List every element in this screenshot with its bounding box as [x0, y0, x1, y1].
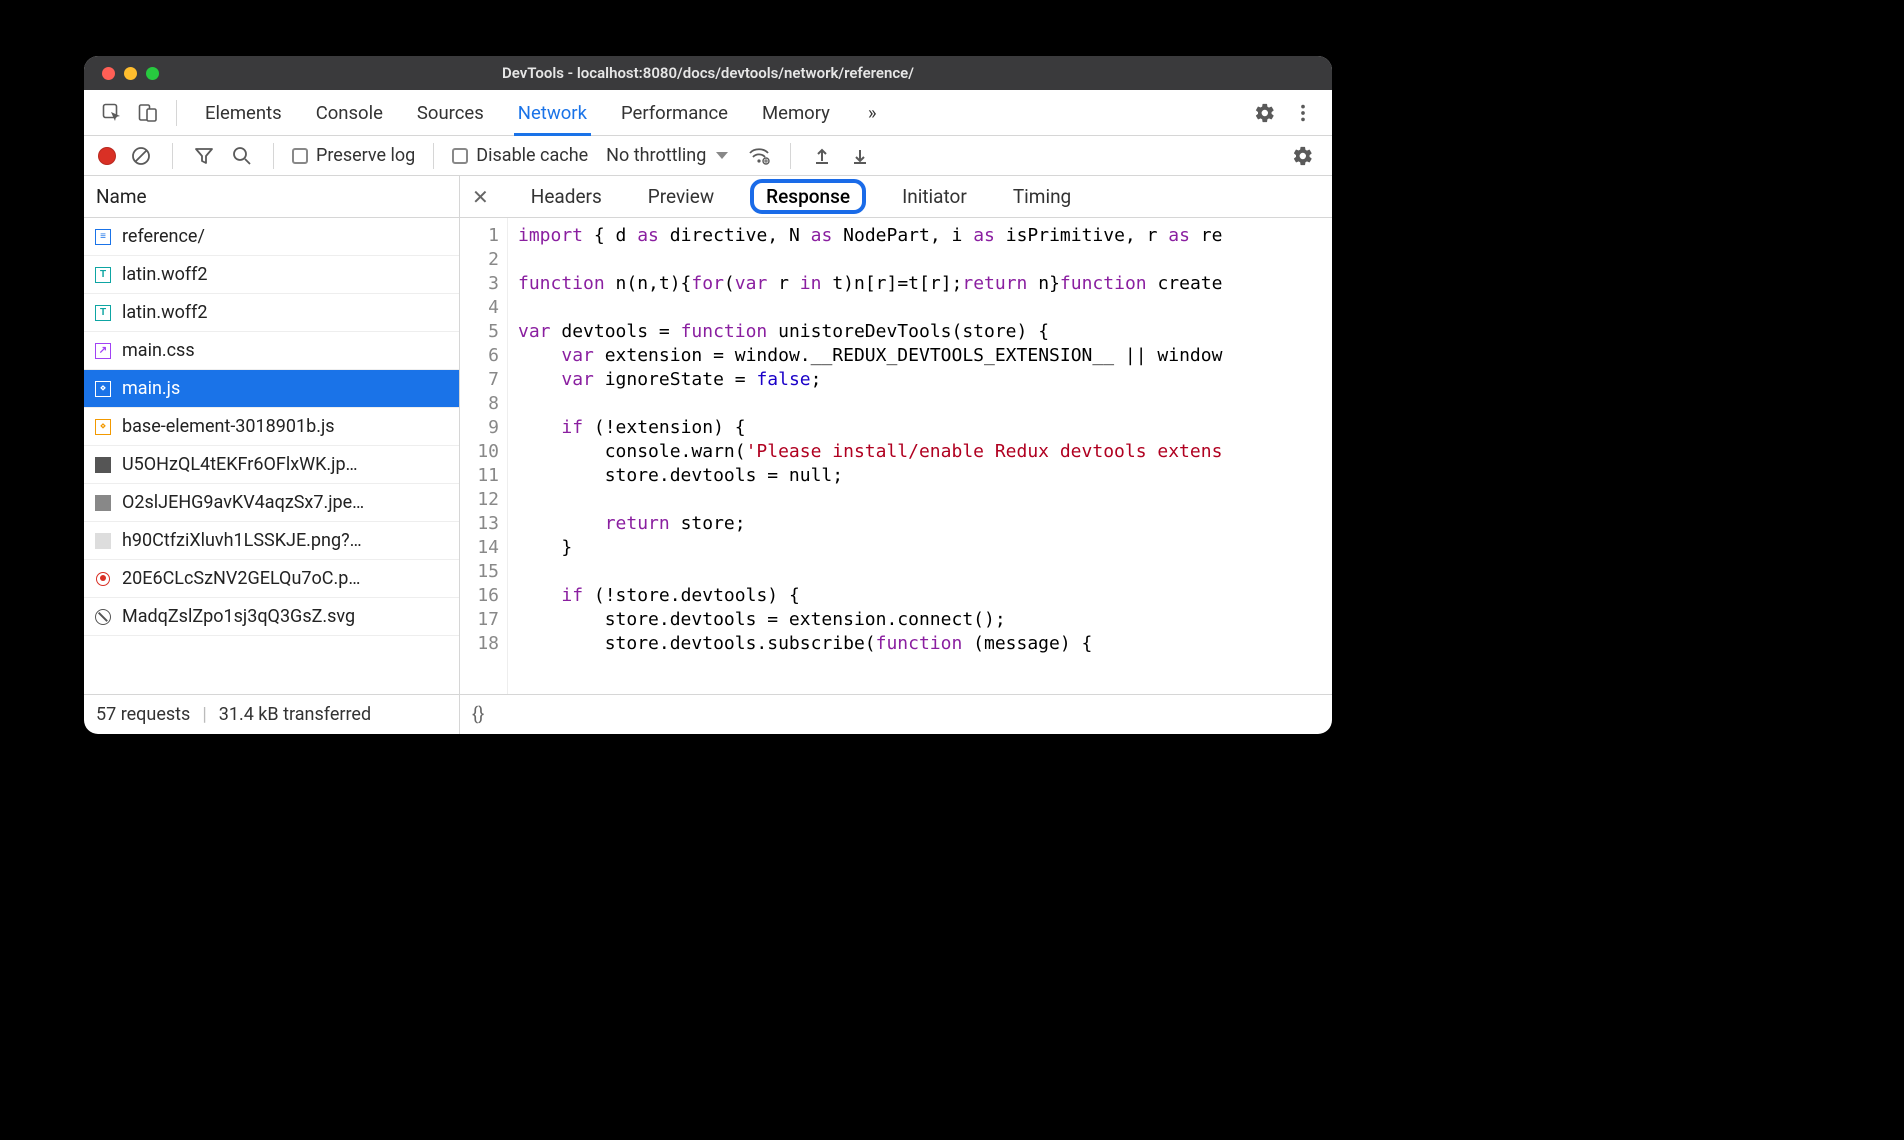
tab-performance[interactable]: Performance — [621, 90, 728, 135]
devtools-window: DevTools - localhost:8080/docs/devtools/… — [84, 56, 1332, 734]
file-type-icon — [94, 494, 112, 512]
request-name: reference/ — [122, 226, 205, 247]
close-window-button[interactable] — [102, 67, 115, 80]
overflow-tabs-button[interactable]: » — [868, 90, 877, 135]
request-rows: ≡reference/Tlatin.woff2Tlatin.woff2↗main… — [84, 218, 459, 694]
fullscreen-window-button[interactable] — [146, 67, 159, 80]
search-icon[interactable] — [229, 143, 255, 169]
source-code[interactable]: import { d as directive, N as NodePart, … — [508, 218, 1332, 694]
file-type-icon: ⋄ — [94, 380, 112, 398]
settings-icon[interactable] — [1250, 98, 1280, 128]
request-name: O2slJEHG9avKV4aqzSx7.jpe… — [122, 492, 364, 513]
import-har-icon[interactable] — [809, 143, 835, 169]
divider — [172, 143, 173, 169]
titlebar: DevTools - localhost:8080/docs/devtools/… — [84, 56, 1332, 90]
pretty-print-indicator[interactable]: {} — [472, 704, 484, 725]
network-conditions-icon[interactable] — [746, 143, 772, 169]
window-title: DevTools - localhost:8080/docs/devtools/… — [84, 64, 1332, 82]
file-type-icon: ⋄ — [94, 418, 112, 436]
more-menu-icon[interactable] — [1288, 98, 1318, 128]
requests-count: 57 requests — [96, 704, 190, 725]
request-row[interactable]: ≡ reference/ — [84, 218, 459, 256]
checkbox-box — [452, 148, 468, 164]
file-type-icon: ≡ — [94, 228, 112, 246]
network-settings-icon[interactable] — [1288, 141, 1318, 171]
checkbox-box — [292, 148, 308, 164]
request-row[interactable]: Tlatin.woff2 — [84, 256, 459, 294]
detail-tab-headers[interactable]: Headers — [521, 181, 612, 212]
chevron-down-icon — [716, 152, 728, 159]
request-name: MadqZslZpo1sj3qQ3GsZ.svg — [122, 606, 355, 627]
request-list-footer: 57 requests | 31.4 kB transferred — [84, 694, 459, 734]
panel-tabs-row: Elements Console Sources Network Performance… — [84, 90, 1332, 136]
request-name: 20E6CLcSzNV2GELQu7oC.p… — [122, 568, 360, 589]
export-har-icon[interactable] — [847, 143, 873, 169]
close-detail-icon[interactable]: ✕ — [472, 185, 495, 209]
divider — [433, 143, 434, 169]
file-type-icon: T — [94, 304, 112, 322]
request-name: U5OHzQL4tEKFr6OFlxWK.jp… — [122, 454, 358, 475]
request-row[interactable]: O2slJEHG9avKV4aqzSx7.jpe… — [84, 484, 459, 522]
file-type-icon — [94, 532, 112, 550]
disable-cache-checkbox[interactable]: Disable cache — [452, 145, 588, 166]
request-name: h90CtfziXluvh1LSSKJE.png?… — [122, 530, 362, 551]
request-row[interactable]: h90CtfziXluvh1LSSKJE.png?… — [84, 522, 459, 560]
request-row[interactable]: Tlatin.woff2 — [84, 294, 459, 332]
divider — [273, 143, 274, 169]
request-name: latin.woff2 — [122, 264, 208, 285]
name-column-header: Name — [96, 185, 147, 208]
request-row[interactable]: 20E6CLcSzNV2GELQu7oC.p… — [84, 560, 459, 598]
file-type-icon — [94, 608, 112, 626]
inspect-element-icon[interactable] — [98, 99, 126, 127]
transferred-size: 31.4 kB transferred — [219, 704, 371, 725]
divider — [790, 143, 791, 169]
response-body: 123456789101112131415161718 import { d a… — [460, 218, 1332, 694]
detail-footer: {} — [460, 694, 1332, 734]
detail-tab-timing[interactable]: Timing — [1003, 181, 1081, 212]
request-name: latin.woff2 — [122, 302, 208, 323]
clear-icon[interactable] — [128, 143, 154, 169]
request-detail-panel: ✕ HeadersPreviewResponseInitiatorTiming … — [460, 176, 1332, 734]
disable-cache-label: Disable cache — [476, 145, 588, 166]
request-row[interactable]: MadqZslZpo1sj3qQ3GsZ.svg — [84, 598, 459, 636]
preserve-log-checkbox[interactable]: Preserve log — [292, 145, 415, 166]
request-row[interactable]: ↗ main.css — [84, 332, 459, 370]
file-type-icon: T — [94, 266, 112, 284]
tab-elements[interactable]: Elements — [205, 90, 282, 135]
detail-tab-preview[interactable]: Preview — [638, 181, 724, 212]
detail-tab-initiator[interactable]: Initiator — [892, 181, 977, 212]
throttling-value: No throttling — [606, 145, 706, 166]
tab-memory[interactable]: Memory — [762, 90, 830, 135]
request-name: main.css — [122, 340, 195, 361]
throttling-select[interactable]: No throttling — [606, 145, 728, 166]
request-row[interactable]: ⋄ main.js — [84, 370, 459, 408]
request-row[interactable]: ⋄ base-element-3018901b.js — [84, 408, 459, 446]
device-toggle-icon[interactable] — [134, 99, 162, 127]
preserve-log-label: Preserve log — [316, 145, 415, 166]
record-button[interactable] — [98, 147, 116, 165]
file-type-icon — [94, 456, 112, 474]
divider — [176, 100, 177, 126]
detail-tabs: ✕ Headers Preview Response Initiator Timing — [460, 176, 1332, 218]
tab-network[interactable]: Network — [518, 90, 587, 135]
request-list-header[interactable]: Name — [84, 176, 459, 218]
request-name: base-element-3018901b.js — [122, 416, 335, 437]
minimize-window-button[interactable] — [124, 67, 137, 80]
request-row[interactable]: U5OHzQL4tEKFr6OFlxWK.jp… — [84, 446, 459, 484]
line-gutter: 123456789101112131415161718 — [460, 218, 508, 694]
tab-sources[interactable]: Sources — [417, 90, 484, 135]
file-type-icon — [94, 570, 112, 588]
network-toolbar: Preserve log Disable cache No throttling — [84, 136, 1332, 176]
traffic-lights — [102, 67, 159, 80]
filter-icon[interactable] — [191, 143, 217, 169]
request-list-panel: Name ≡reference/Tlatin.woff2Tlatin.woff2… — [84, 176, 460, 734]
file-type-icon: ↗ — [94, 342, 112, 360]
request-name: main.js — [122, 378, 180, 399]
detail-tab-response[interactable]: Response — [750, 179, 866, 214]
tab-console[interactable]: Console — [316, 90, 383, 135]
panel-tabs: Elements Console Sources Network Performance… — [205, 90, 830, 135]
network-main: Name ≡reference/Tlatin.woff2Tlatin.woff2… — [84, 176, 1332, 734]
